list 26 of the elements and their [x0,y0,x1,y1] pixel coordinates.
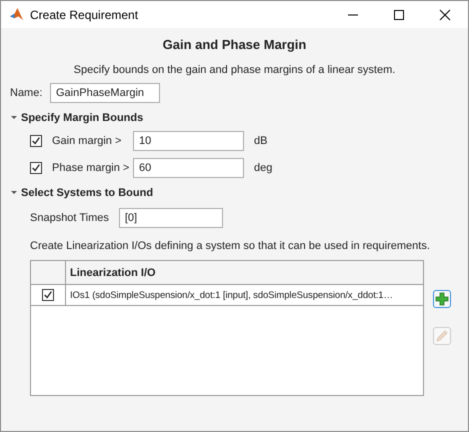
dialog-heading: Gain and Phase Margin [162,37,308,52]
checkbox[interactable] [30,162,42,174]
margin-field[interactable]: 60 [133,158,244,178]
collapse-arrow-icon[interactable] [10,189,18,197]
collapse-arrow-icon[interactable] [10,114,18,122]
maximize-icon[interactable] [393,8,405,20]
unit-label: deg [254,162,272,174]
name-field[interactable]: GainPhaseMargin [50,83,160,103]
window-title: Create Requirement [30,8,138,22]
description-text: Specify bounds on the gain and phase margins of a linear system. [72,64,396,76]
snapshot-label: Snapshot Times [30,212,109,224]
close-icon[interactable] [439,8,451,20]
section-title: Specify Margin Bounds [21,112,144,124]
table-cell[interactable]: IOs1 (sdoSimpleSuspension/x_dot:1 [input], sdoSimpleSuspension/x_ddot:1… [66,285,423,305]
add-button[interactable] [433,290,451,308]
margin-field[interactable]: 10 [133,131,244,151]
hint-text: Create Linearization I/Os defining a system so that it can be used in requirements. [29,240,431,252]
margin-label: Phase margin > [52,162,130,174]
name-label: Name: [10,87,44,99]
margin-label: Gain margin > [52,135,122,147]
unit-label: dB [254,135,268,147]
checkbox[interactable] [30,135,42,147]
snapshot-field[interactable]: [0] [118,208,223,228]
app-logo-icon [9,7,24,22]
checkbox[interactable] [42,289,54,301]
section-title: Select Systems to Bound [21,187,154,199]
